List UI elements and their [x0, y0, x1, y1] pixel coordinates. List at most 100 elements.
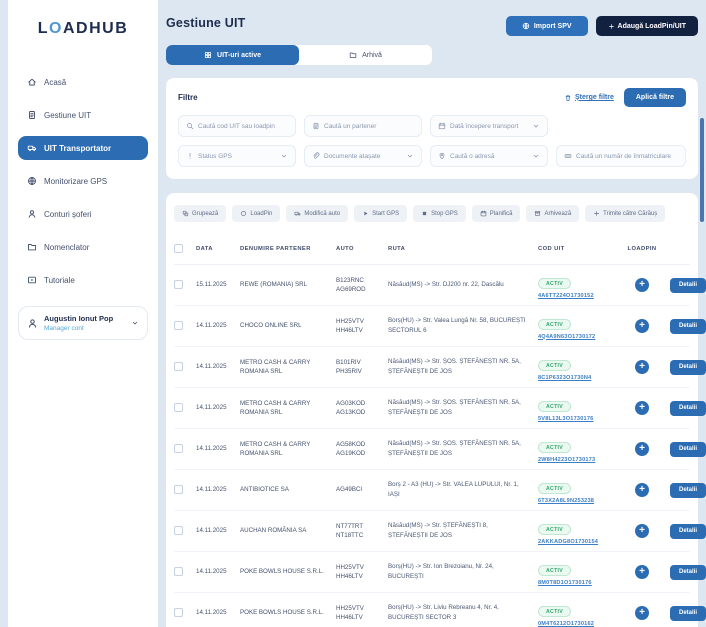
- row-auto-plates: AG49BCI: [336, 485, 388, 494]
- user-name: Augustin Ionut Pop: [44, 314, 125, 323]
- row-checkbox[interactable]: [174, 321, 183, 330]
- detail-button[interactable]: Detalii: [670, 278, 706, 293]
- uit-code-link[interactable]: 5V8L13L3O1730176: [538, 416, 624, 422]
- modifica-auto-button[interactable]: Modifică auto: [286, 205, 348, 222]
- add-loadpin-row-button[interactable]: +: [635, 319, 649, 333]
- detail-button[interactable]: Detalii: [670, 442, 706, 457]
- stop-gps-button[interactable]: Stop GPS: [413, 205, 466, 222]
- sidebar-item-nomenclator[interactable]: Nomenclator: [18, 235, 148, 259]
- detail-button[interactable]: Detalii: [670, 565, 706, 580]
- add-loadpin-uit-button[interactable]: Adaugă LoadPin/UIT: [596, 16, 698, 36]
- apply-filters-button[interactable]: Aplică filtre: [624, 88, 686, 107]
- detail-button[interactable]: Detalii: [670, 483, 706, 498]
- status-badge: ACTIV: [538, 565, 571, 576]
- grupeaza-button[interactable]: Grupează: [174, 205, 226, 222]
- calendar-icon: [438, 122, 446, 130]
- status-badge: ACTIV: [538, 278, 571, 289]
- row-checkbox[interactable]: [174, 444, 183, 453]
- sidebar-item-monitorizare-gps[interactable]: Monitorizare GPS: [18, 169, 148, 193]
- add-loadpin-row-button[interactable]: +: [635, 401, 649, 415]
- filter-documente-atasate[interactable]: Documente atașate: [304, 145, 422, 167]
- add-loadpin-row-button[interactable]: +: [635, 278, 649, 292]
- start-gps-button[interactable]: Start GPS: [354, 205, 407, 222]
- filter-data-incepere[interactable]: Dată începere transport: [430, 115, 548, 137]
- add-loadpin-row-button[interactable]: +: [635, 442, 649, 456]
- user-menu[interactable]: Augustin Ionut Pop Manager cont: [18, 306, 148, 340]
- uit-code-link[interactable]: 2W8H4223O1730173: [538, 457, 624, 463]
- sidebar-item-tutoriale[interactable]: Tutoriale: [18, 268, 148, 292]
- archive-icon: [534, 210, 541, 217]
- filter-numar-inmatriculare[interactable]: [556, 145, 686, 167]
- bulk-actions-bar: Grupează LoadPin Modifică auto Start GPS Sto…: [174, 203, 690, 234]
- topbar: Gestiune UIT Import SPV Adaugă LoadPin/U…: [166, 0, 698, 36]
- row-checkbox[interactable]: [174, 403, 183, 412]
- uit-code-link[interactable]: 4A6TT224O1730152: [538, 293, 624, 299]
- status-badge: ACTIV: [538, 360, 571, 371]
- scrollbar-thumb[interactable]: [700, 118, 704, 222]
- uit-code-link[interactable]: 0M4T6212O1730162: [538, 621, 624, 627]
- detail-button[interactable]: Detalii: [670, 319, 706, 334]
- add-loadpin-row-button[interactable]: +: [635, 606, 649, 620]
- pin-icon: [438, 152, 446, 160]
- tab-uit-active[interactable]: UIT-uri active: [166, 45, 299, 65]
- uit-code-link[interactable]: 8C1P6323O1730N4: [538, 375, 624, 381]
- clear-filters-link[interactable]: Șterge filtre: [564, 94, 614, 102]
- import-spv-button[interactable]: Import SPV: [506, 16, 588, 36]
- filter-status-gps[interactable]: Status GPS: [178, 145, 296, 167]
- detail-button[interactable]: Detalii: [670, 401, 706, 416]
- trimite-caraus-button[interactable]: Trimite către Cărăuș: [585, 205, 665, 222]
- row-checkbox[interactable]: [174, 485, 183, 494]
- filter-partener-input[interactable]: [324, 123, 414, 130]
- chevron-down-icon: [406, 152, 414, 160]
- filter-cod-uit-input[interactable]: [198, 123, 288, 130]
- arhiveaza-button[interactable]: Arhivează: [526, 205, 579, 222]
- import-spv-label: Import SPV: [534, 23, 572, 30]
- row-checkbox[interactable]: [174, 567, 183, 576]
- detail-button[interactable]: Detalii: [670, 524, 706, 539]
- uit-code-link[interactable]: 8M0T8D1O1730176: [538, 580, 624, 586]
- uit-code-link[interactable]: 6T3X2A8L9N253238: [538, 498, 624, 504]
- status-badge: ACTIV: [538, 483, 571, 494]
- table-row: 14.11.2025 POKE BOWLS HOUSE S.R.L. HH25V…: [174, 593, 690, 627]
- folder-icon: [349, 51, 357, 59]
- sidebar-item-label: Gestiune UIT: [44, 111, 91, 120]
- row-checkbox[interactable]: [174, 280, 183, 289]
- add-loadpin-row-button[interactable]: +: [635, 360, 649, 374]
- row-date: 14.11.2025: [196, 444, 240, 453]
- sidebar-item-uit-transportator[interactable]: UIT Transportator: [18, 136, 148, 160]
- chevron-down-icon: [280, 152, 288, 160]
- row-checkbox[interactable]: [174, 608, 183, 617]
- filter-data-incepere-value: Dată începere transport: [450, 123, 518, 130]
- planifica-button[interactable]: Planifică: [472, 205, 521, 222]
- filter-cod-uit[interactable]: [178, 115, 296, 137]
- row-checkbox[interactable]: [174, 526, 183, 535]
- tab-arhiva[interactable]: Arhivă: [299, 45, 432, 65]
- row-partner: ANTIBIOTICE SA: [240, 485, 336, 494]
- row-partner: REWE (ROMANIA) SRL: [240, 280, 336, 289]
- sidebar-item-conturi-soferi[interactable]: Conturi șoferi: [18, 202, 148, 226]
- row-checkbox[interactable]: [174, 362, 183, 371]
- detail-button[interactable]: Detalii: [670, 360, 706, 375]
- circle-icon: [240, 210, 247, 217]
- main-content: Gestiune UIT Import SPV Adaugă LoadPin/U…: [166, 0, 698, 627]
- add-loadpin-row-button[interactable]: +: [635, 483, 649, 497]
- filter-numar-inmatriculare-input[interactable]: [576, 153, 678, 160]
- table-row: 14.11.2025 ANTIBIOTICE SA AG49BCI Borș 2…: [174, 470, 690, 511]
- filters-row-2: Status GPS Documente atașate Caută o adres…: [178, 145, 686, 167]
- sidebar-item-gestiune-uit[interactable]: Gestiune UIT: [18, 103, 148, 127]
- add-loadpin-row-button[interactable]: +: [635, 524, 649, 538]
- select-all-checkbox[interactable]: [174, 244, 183, 253]
- uit-code-link[interactable]: 4Q4A9N63O1730172: [538, 334, 624, 340]
- add-loadpin-row-button[interactable]: +: [635, 565, 649, 579]
- filter-adresa[interactable]: Caută o adresă: [430, 145, 548, 167]
- row-partner: POKE BOWLS HOUSE S.R.L.: [240, 608, 336, 617]
- bulk-action-label: LoadPin: [250, 211, 272, 217]
- filter-partener[interactable]: [304, 115, 422, 137]
- uit-code-link[interactable]: 2AKKADG8O1730154: [538, 539, 624, 545]
- detail-button[interactable]: Detalii: [670, 606, 706, 621]
- loadpin-button[interactable]: LoadPin: [232, 205, 280, 222]
- sidebar-item-label: Tutoriale: [44, 276, 75, 285]
- stop-icon: [421, 210, 428, 217]
- sidebar-item-acasa[interactable]: Acasă: [18, 70, 148, 94]
- row-auto-plates: HH25VTVHH46LTV: [336, 563, 388, 582]
